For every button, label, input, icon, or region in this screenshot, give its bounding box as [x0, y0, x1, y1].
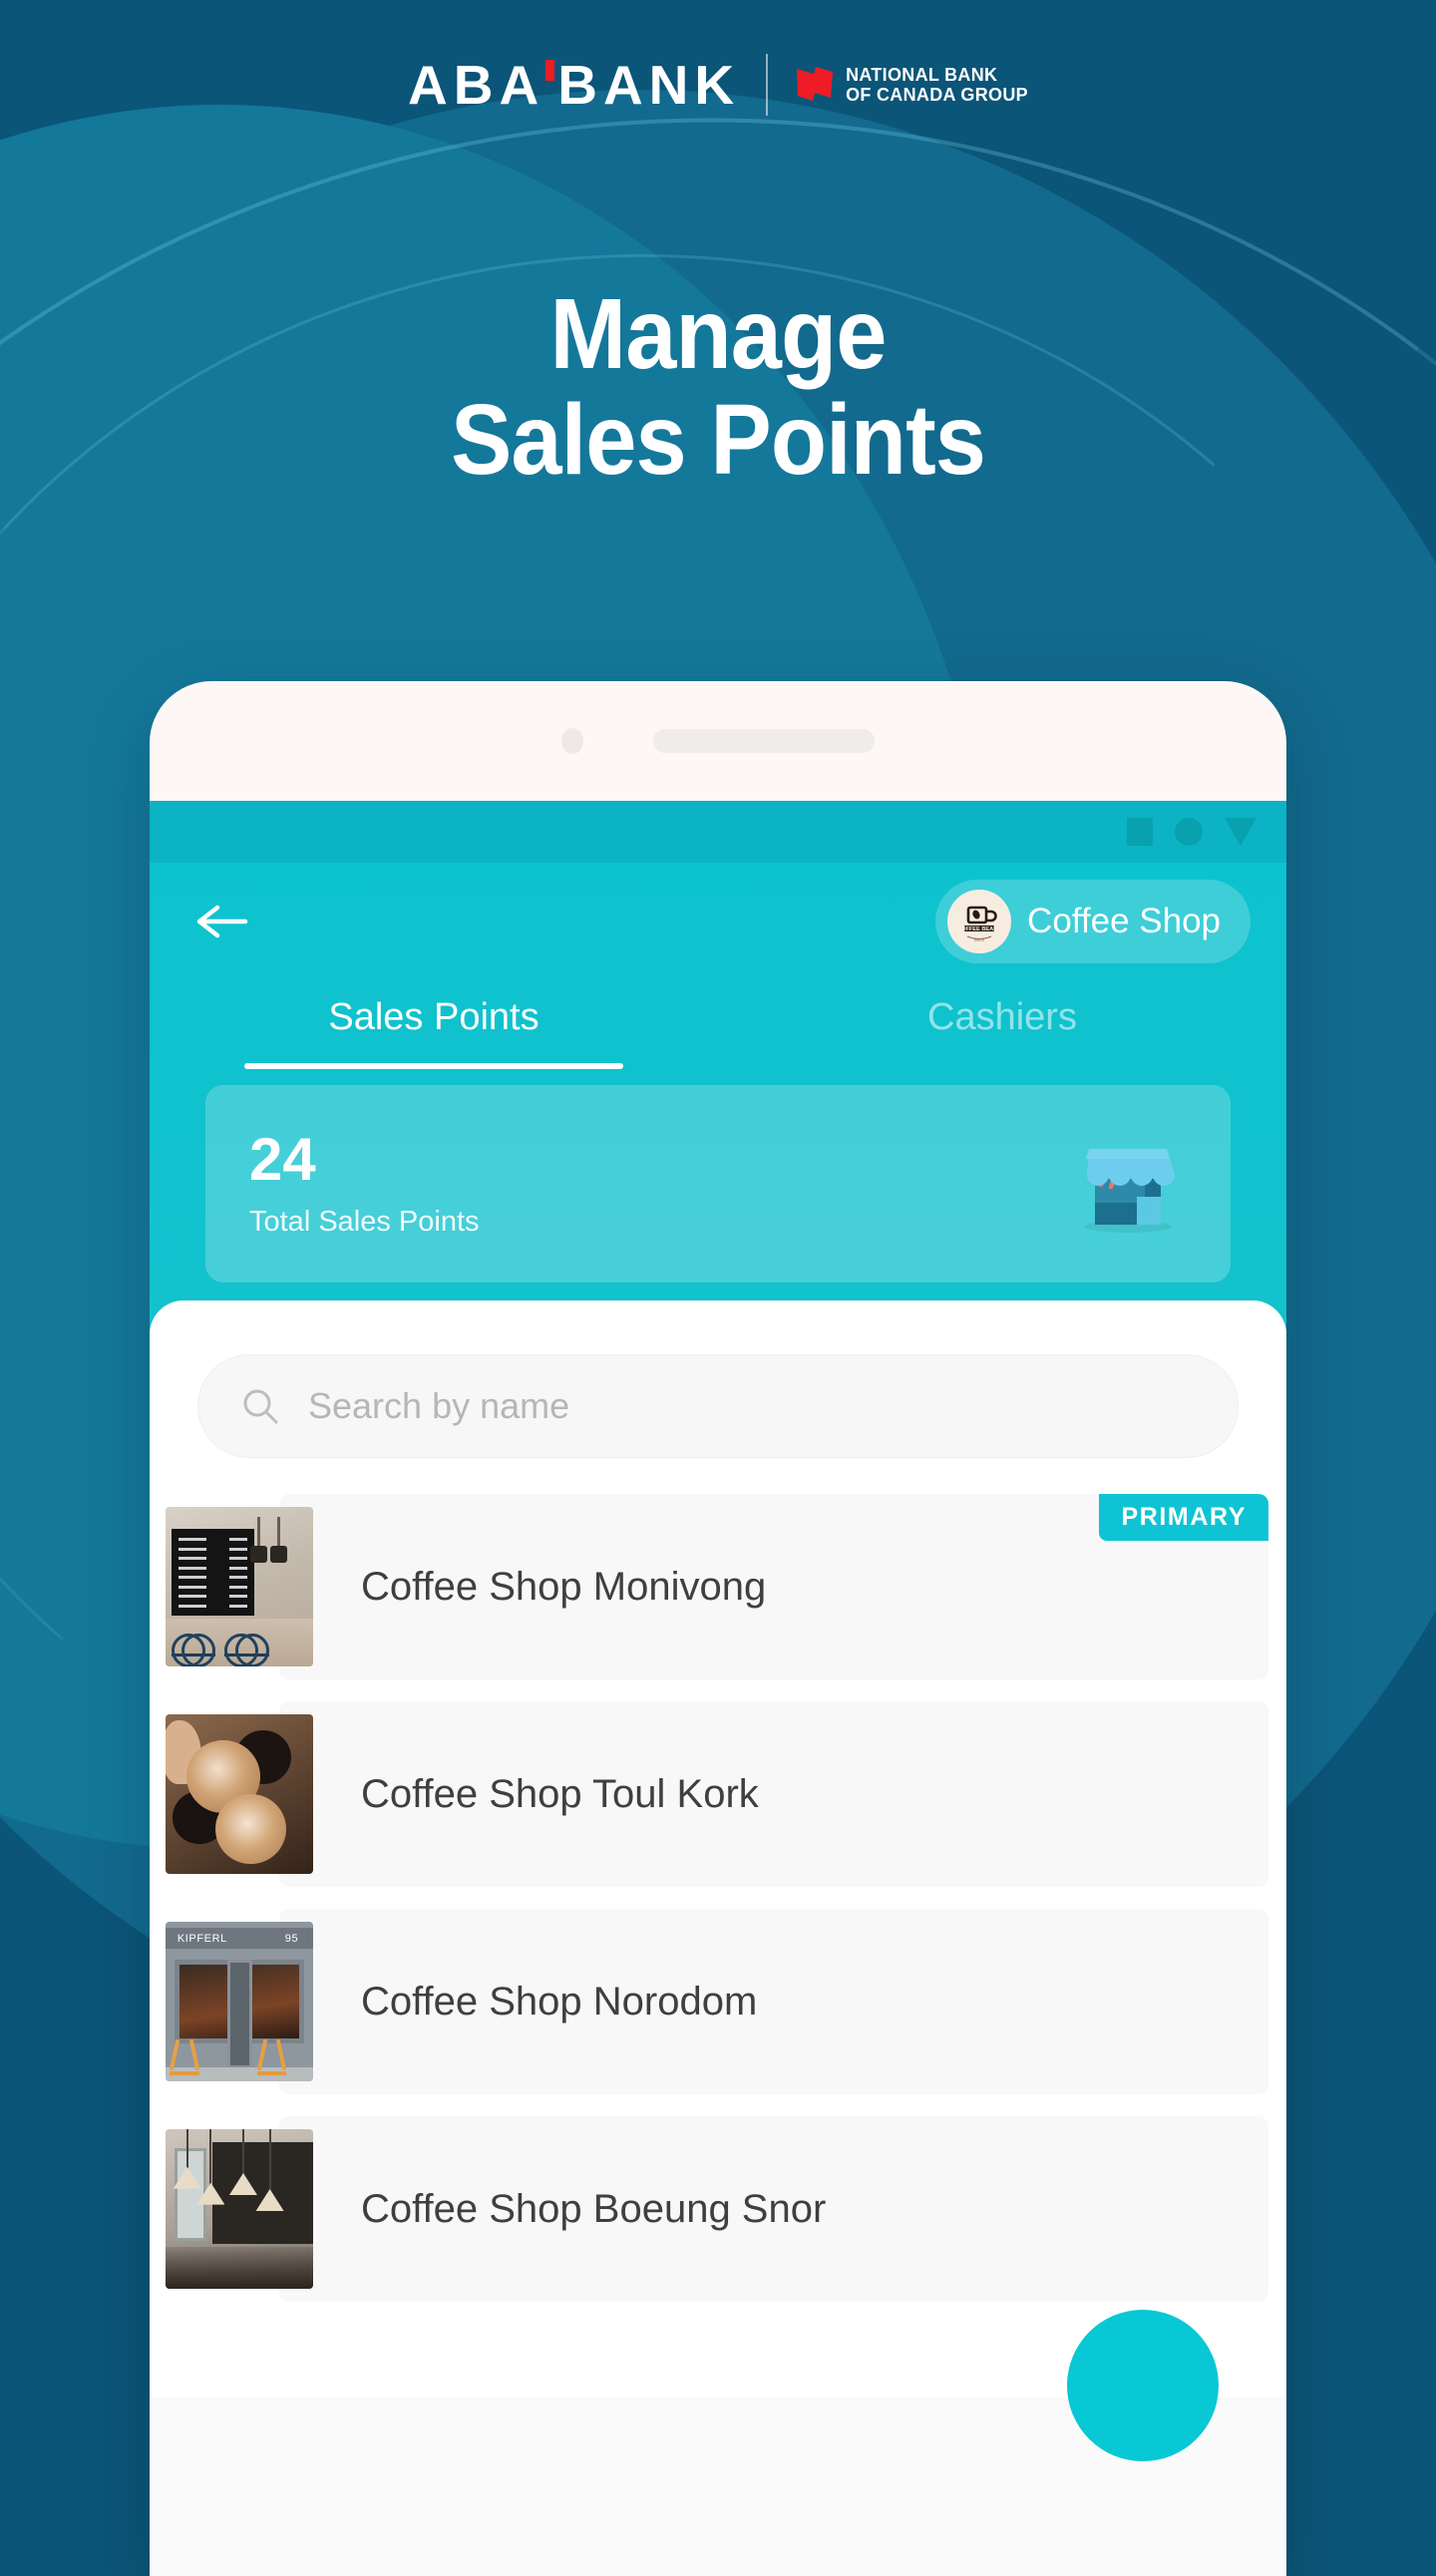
aba-text: ABA: [408, 53, 545, 116]
thumbnail-scene-storefront: KIPFERL 95: [166, 1922, 313, 2081]
list-item-title: Coffee Shop Norodom: [361, 1979, 758, 2024]
phone-screen: COFFEE BEANS SINCE Coffee Shop Sales Poi…: [150, 801, 1286, 2576]
aba-bank-wordmark: ABA BANK: [408, 57, 740, 113]
national-bank-of-canada-lockup: NATIONAL BANK OF CANADA GROUP: [794, 65, 1028, 105]
nbc-text: NATIONAL BANK OF CANADA GROUP: [846, 65, 1028, 105]
total-sales-points-card[interactable]: 24 Total Sales Points: [205, 1085, 1231, 1283]
content-sheet: Search by name Coffee Shop Monivong PRIM…: [150, 1300, 1286, 2461]
list-item[interactable]: Coffee Shop Monivong PRIMARY: [150, 1494, 1286, 1679]
list-item-thumbnail: [166, 1714, 313, 1874]
list-item-thumbnail: KIPFERL 95: [166, 1922, 313, 2081]
brand-logo: ABA BANK NATIONAL BANK OF CANADA GROUP: [0, 54, 1436, 116]
thumbnail-scene-cafe-lamps: [166, 2129, 313, 2289]
bank-text: BANK: [557, 53, 741, 116]
list-item-title: Coffee Shop Toul Kork: [361, 1771, 759, 1816]
list-item-title: Coffee Shop Boeung Snor: [361, 2186, 827, 2231]
shop-selector-chip[interactable]: COFFEE BEANS SINCE Coffee Shop: [935, 880, 1251, 963]
list-item[interactable]: Coffee Shop Toul Kork: [150, 1701, 1286, 1887]
brand-divider: [766, 54, 769, 116]
add-sales-point-fab[interactable]: [1067, 2310, 1219, 2461]
phone-mockup: COFFEE BEANS SINCE Coffee Shop Sales Poi…: [150, 681, 1286, 2576]
sales-points-list: Coffee Shop Monivong PRIMARY Coffee Shop…: [150, 1494, 1286, 2302]
search-placeholder: Search by name: [308, 1385, 570, 1426]
back-arrow-icon[interactable]: [193, 900, 249, 943]
storefront-icon: [1084, 1149, 1175, 1233]
tab-sales-points[interactable]: Sales Points: [150, 996, 718, 1069]
square-icon[interactable]: [1127, 818, 1153, 846]
status-bar: [150, 801, 1286, 863]
search-wrapper: Search by name: [150, 1354, 1286, 1458]
list-item-thumbnail: [166, 2129, 313, 2289]
nbc-line-1: NATIONAL BANK: [846, 64, 998, 85]
status-badge: PRIMARY: [1099, 1494, 1268, 1541]
search-icon: [243, 1389, 278, 1424]
tab-bar: Sales Points Cashiers: [150, 980, 1286, 1069]
header-row: COFFEE BEANS SINCE Coffee Shop: [150, 863, 1286, 980]
menu-board: [171, 1529, 254, 1616]
coffee-cup-icon: COFFEE BEANS SINCE: [957, 906, 1001, 942]
shop-sign-name: KIPFERL: [177, 1932, 227, 1945]
list-item[interactable]: KIPFERL 95 Coffee Shop Norodom: [150, 1909, 1286, 2094]
nbc-line-2: OF CANADA GROUP: [846, 85, 1028, 105]
aba-red-tick-icon: [545, 59, 555, 81]
stat-value: 24: [249, 1125, 316, 1193]
list-item-thumbnail: [166, 1507, 313, 1666]
svg-text:SINCE: SINCE: [974, 938, 985, 942]
phone-earpiece-area: [150, 681, 1286, 801]
headline-line-1: Manage: [549, 278, 887, 390]
circle-icon[interactable]: [1175, 818, 1203, 846]
app-header: COFFEE BEANS SINCE Coffee Shop Sales Poi…: [150, 863, 1286, 1334]
tab-cashiers[interactable]: Cashiers: [718, 996, 1286, 1069]
coffee-beans-logo: COFFEE BEANS SINCE: [947, 890, 1012, 953]
search-input[interactable]: Search by name: [197, 1354, 1239, 1458]
thumbnail-scene-latte-cups: [166, 1714, 313, 1874]
nbc-flag-icon: [797, 67, 834, 101]
svg-text:COFFEE BEANS: COFFEE BEANS: [957, 926, 1001, 932]
page-title: Manage Sales Points: [58, 281, 1379, 493]
list-item[interactable]: Coffee Shop Boeung Snor: [150, 2116, 1286, 2302]
stat-label: Total Sales Points: [249, 1205, 480, 1238]
front-camera-icon: [561, 728, 583, 754]
list-item-title: Coffee Shop Monivong: [361, 1564, 767, 1609]
earpiece-speaker: [653, 729, 875, 753]
thumbnail-scene-cafe-interior: [166, 1507, 313, 1666]
triangle-icon[interactable]: [1225, 818, 1256, 846]
stat-text-block: 24 Total Sales Points: [249, 1125, 480, 1239]
shop-sign-number: 95: [284, 1932, 299, 1945]
shop-chip-label: Coffee Shop: [1027, 902, 1221, 940]
shop-sign: KIPFERL 95: [166, 1928, 313, 1950]
stat-card-wrapper: 24 Total Sales Points: [150, 1069, 1286, 1334]
headline-line-2: Sales Points: [450, 384, 986, 496]
